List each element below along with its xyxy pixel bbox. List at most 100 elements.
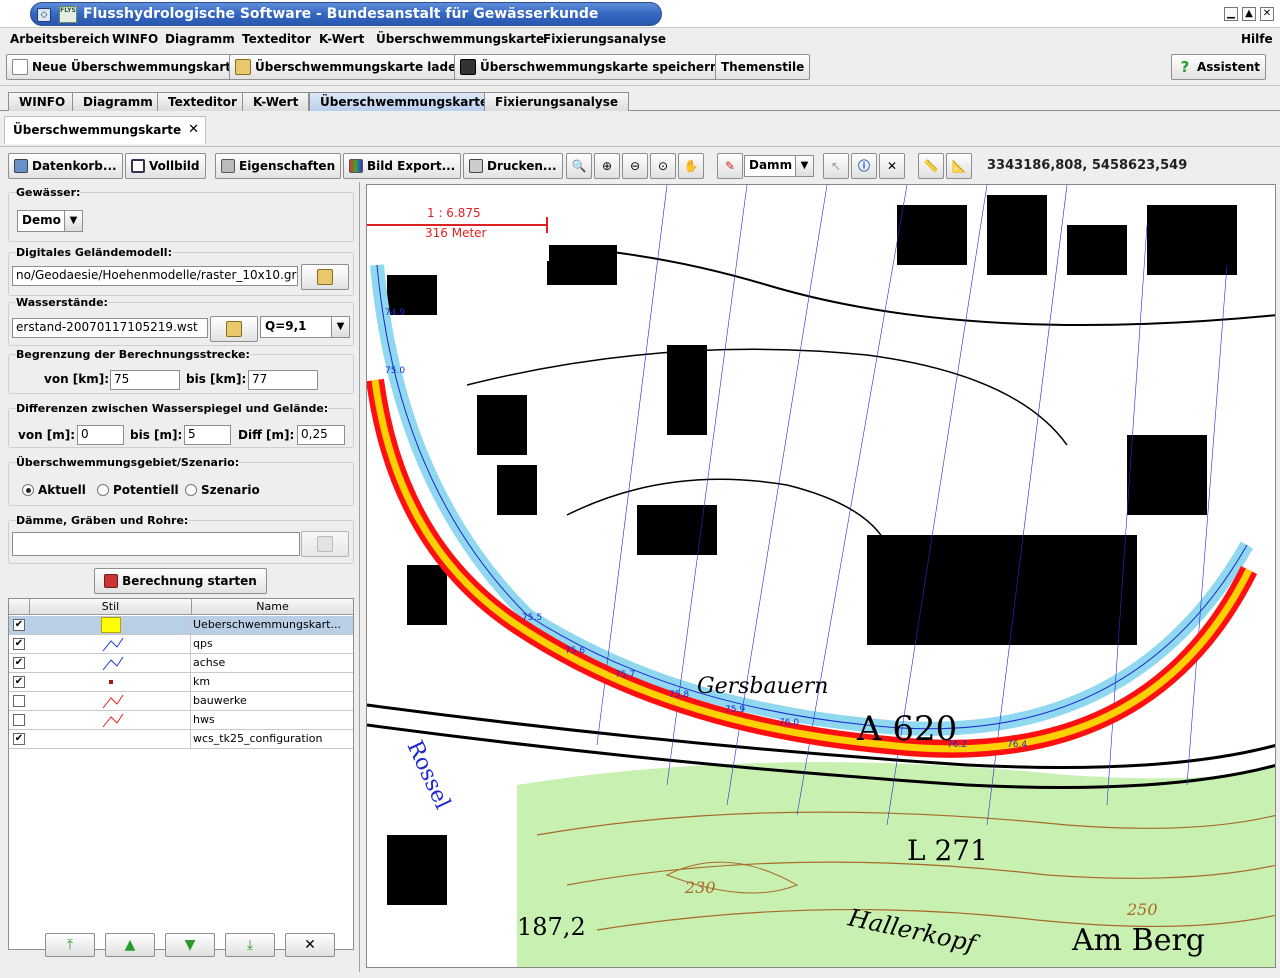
layer-name: achse	[193, 656, 226, 669]
waters-select[interactable]: Demo ▼	[17, 210, 83, 232]
save-map-button[interactable]: Überschwemmungskarte speichern	[454, 54, 725, 80]
window-menu-icon[interactable]: ◇	[37, 8, 51, 22]
dem-browse-button[interactable]	[301, 264, 349, 290]
folder-open-icon	[226, 321, 242, 337]
km-mark: 75.5	[522, 613, 542, 623]
coordinate-readout: 3343186,808, 5458623,549	[987, 158, 1188, 173]
table-row[interactable]: ✔ achse	[9, 654, 353, 673]
km-mark: 75.8	[669, 690, 689, 700]
radio-potentiell-label: Potentiell	[113, 483, 179, 497]
km-mark: 75.0	[385, 366, 405, 376]
fullscreen-button[interactable]: Vollbild	[125, 153, 206, 179]
document-tab[interactable]: Überschwemmungskarte ✕	[4, 116, 206, 144]
checkbox-checked-icon[interactable]: ✔	[13, 676, 25, 688]
menu-ueberschwemmungskarte[interactable]: Überschwemmungskarte	[376, 32, 544, 46]
app-logo: FLYS	[59, 6, 77, 23]
radio-szenario[interactable]: Szenario	[185, 483, 260, 497]
col-name[interactable]: Name	[192, 599, 353, 615]
menu-texteditor[interactable]: Texteditor	[242, 32, 311, 46]
menu-fixierungsanalyse[interactable]: Fixierungsanalyse	[543, 32, 666, 46]
close-tab-icon[interactable]: ✕	[188, 122, 199, 137]
checkbox-checked-icon[interactable]: ✔	[13, 619, 25, 631]
checkbox-checked-icon[interactable]: ✔	[13, 733, 25, 745]
menu-diagramm[interactable]: Diagramm	[165, 32, 235, 46]
move-bottom-icon[interactable]: ⤓	[225, 933, 275, 957]
assistant-button[interactable]: ? Assistent	[1171, 54, 1266, 80]
print-button[interactable]: Drucken...	[463, 153, 563, 179]
dikes-browse-button[interactable]	[301, 531, 349, 557]
water-levels-field[interactable]: erstand-20070117105219.wst	[12, 318, 208, 338]
dikes-field[interactable]	[12, 532, 300, 556]
tab-diagramm[interactable]: Diagramm	[72, 92, 164, 111]
style-cell	[31, 654, 191, 673]
select-arrow-icon[interactable]: ↖	[823, 153, 849, 179]
checkbox-checked-icon[interactable]: ✔	[13, 638, 25, 650]
dem-field[interactable]: no/Geodaesie/Hoehenmodelle/raster_10x10.…	[12, 266, 298, 286]
to-m-field[interactable]: 5	[184, 425, 231, 445]
zoom-full-icon[interactable]: ⊙	[650, 153, 676, 179]
tab-fixierungsanalyse[interactable]: Fixierungsanalyse	[484, 92, 629, 111]
table-row[interactable]: ✔ qps	[9, 635, 353, 654]
pan-hand-icon[interactable]: ✋	[678, 153, 704, 179]
new-map-button[interactable]: Neue Überschwemmungskarte	[6, 54, 246, 80]
tab-k-wert[interactable]: K-Wert	[242, 92, 310, 111]
menu-arbeitsbereich[interactable]: Arbeitsbereich	[10, 32, 109, 46]
move-down-icon[interactable]: ▼	[165, 933, 215, 957]
col-style[interactable]: Stil	[30, 599, 192, 615]
draw-pen-icon[interactable]: ✎	[717, 153, 743, 179]
measure-area-icon[interactable]: 📐	[946, 153, 972, 179]
move-top-icon[interactable]: ⤒	[45, 933, 95, 957]
info-icon[interactable]: ⓘ	[851, 153, 877, 179]
discharge-select[interactable]: Q=9,1 ▼	[260, 316, 350, 338]
menu-bar: Arbeitsbereich WINFO Diagramm Texteditor…	[0, 29, 1280, 49]
diff-m-field[interactable]: 0,25	[297, 425, 345, 445]
map-canvas[interactable]: 1 : 6.875 316 Meter Rossel Gersbauern A …	[366, 184, 1276, 968]
radio-szenario-label: Szenario	[201, 483, 260, 497]
properties-button[interactable]: Eigenschaften	[215, 153, 342, 179]
water-levels-browse-button[interactable]	[210, 316, 258, 342]
from-m-field[interactable]: 0	[77, 425, 124, 445]
checkbox-unchecked-icon[interactable]	[13, 714, 25, 726]
km-mark: 75.9	[725, 705, 745, 715]
minimize-icon[interactable]: ▁	[1224, 7, 1238, 21]
from-km-field[interactable]: 75	[110, 370, 180, 390]
maximize-icon[interactable]: ▲	[1242, 7, 1256, 21]
checkbox-checked-icon[interactable]: ✔	[13, 657, 25, 669]
data-basket-button[interactable]: Datenkorb...	[8, 153, 123, 179]
zoom-icon[interactable]: 🔍	[566, 153, 592, 179]
style-cell	[31, 711, 191, 730]
table-row[interactable]: ✔ Ueberschwemmungskart...	[9, 616, 353, 635]
measure-line-icon[interactable]: 📏	[918, 153, 944, 179]
title-bar: ◇ FLYS Flusshydrologische Software - Bun…	[0, 0, 1280, 28]
table-row[interactable]: ✔ km	[9, 673, 353, 692]
move-up-icon[interactable]: ▲	[105, 933, 155, 957]
to-km-field[interactable]: 77	[248, 370, 318, 390]
menu-k-wert[interactable]: K-Wert	[319, 32, 364, 46]
layer-select[interactable]: Damm ▼	[744, 155, 814, 177]
table-row[interactable]: bauwerke	[9, 692, 353, 711]
image-export-button[interactable]: Bild Export...	[343, 153, 462, 179]
theme-styles-button[interactable]: Themenstile	[715, 54, 811, 80]
radio-aktuell[interactable]: Aktuell	[22, 483, 86, 497]
to-m-label: bis [m]:	[130, 428, 183, 442]
tab-ueberschwemmungskarte[interactable]: Überschwemmungskarte	[309, 92, 500, 111]
zoom-out-icon[interactable]: ⊖	[622, 153, 648, 179]
tab-winfo[interactable]: WINFO	[8, 92, 77, 111]
load-map-button[interactable]: Überschwemmungskarte laden	[229, 54, 471, 80]
menu-hilfe[interactable]: Hilfe	[1241, 32, 1273, 46]
menu-winfo[interactable]: WINFO	[112, 32, 158, 46]
table-row[interactable]: hws	[9, 711, 353, 730]
delete-icon[interactable]: ✕	[879, 153, 905, 179]
checkbox-unchecked-icon[interactable]	[13, 695, 25, 707]
remove-layer-icon[interactable]: ✕	[285, 933, 335, 957]
scenario-label: Überschwemmungsgebiet/Szenario:	[16, 456, 240, 469]
table-row[interactable]: ✔ wcs_tk25_configuration	[9, 730, 353, 749]
tab-texteditor[interactable]: Texteditor	[157, 92, 248, 111]
print-label: Drucken...	[487, 159, 557, 173]
radio-aktuell-label: Aktuell	[38, 483, 86, 497]
close-icon[interactable]: ✕	[1260, 7, 1274, 21]
radio-potentiell[interactable]: Potentiell	[97, 483, 179, 497]
zoom-in-icon[interactable]: ⊕	[594, 153, 620, 179]
save-map-label: Überschwemmungskarte speichern	[480, 60, 719, 74]
compute-button[interactable]: Berechnung starten	[94, 568, 267, 594]
